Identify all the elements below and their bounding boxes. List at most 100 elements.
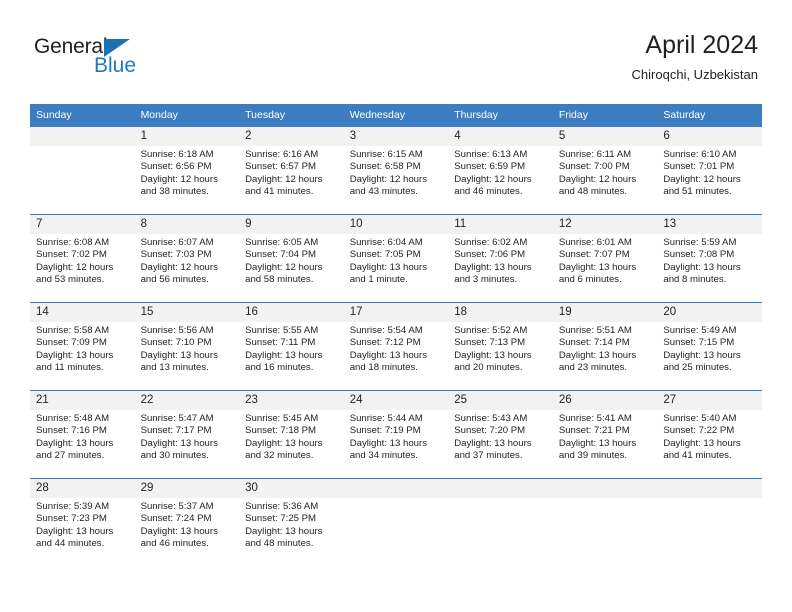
day-cell [343,478,449,565]
day-cell[interactable]: 21 Sunrise: 5:48 AM Sunset: 7:16 PM Dayl… [30,390,135,479]
daylight-text-line2: and 37 minutes. [454,449,523,461]
day-cell[interactable]: 14 Sunrise: 5:58 AM Sunset: 7:09 PM Dayl… [30,302,135,391]
daylight-text-line1: Daylight: 13 hours [558,349,637,361]
sunrise-text: Sunrise: 5:51 AM [558,325,632,336]
sunrise-text: Sunrise: 6:18 AM [140,149,214,160]
day-cell[interactable]: 5 Sunrise: 6:11 AM Sunset: 7:00 PM Dayli… [552,126,658,215]
sunrise-text: Sunrise: 6:16 AM [245,149,319,160]
day-cell[interactable]: 24 Sunrise: 5:44 AM Sunset: 7:19 PM Dayl… [343,390,449,479]
day-details: Sunrise: 6:02 AM Sunset: 7:06 PM Dayligh… [448,234,553,286]
daylight-text-line2: and 56 minutes. [140,273,209,285]
day-number: 12 [552,215,658,234]
day-cell[interactable]: 11 Sunrise: 6:02 AM Sunset: 7:06 PM Dayl… [448,214,553,303]
day-cell[interactable]: 13 Sunrise: 5:59 AM Sunset: 7:08 PM Dayl… [657,214,762,303]
day-cell[interactable]: 30 Sunrise: 5:36 AM Sunset: 7:25 PM Dayl… [239,478,344,565]
day-details: Sunrise: 6:18 AM Sunset: 6:56 PM Dayligh… [135,146,240,198]
day-cell[interactable]: 26 Sunrise: 5:41 AM Sunset: 7:21 PM Dayl… [552,390,658,479]
daylight-text-line1: Daylight: 13 hours [558,261,637,273]
daylight-text-line2: and 6 minutes. [558,273,622,285]
daylight-text-line2: and 27 minutes. [36,449,105,461]
day-details [30,146,135,149]
sunset-text: Sunset: 7:05 PM [349,249,421,261]
day-cell[interactable]: 23 Sunrise: 5:45 AM Sunset: 7:18 PM Dayl… [239,390,344,479]
daylight-text-line2: and 38 minutes. [140,185,209,197]
sunrise-text: Sunrise: 5:56 AM [140,325,214,336]
day-details: Sunrise: 5:49 AM Sunset: 7:15 PM Dayligh… [657,322,762,374]
day-cell [657,478,762,565]
sunset-text: Sunset: 7:16 PM [36,425,107,437]
sunset-text: Sunset: 7:03 PM [140,249,212,261]
day-number: 18 [448,303,553,322]
day-number: 4 [448,127,553,146]
daylight-text-line2: and 51 minutes. [663,185,732,197]
day-cell[interactable]: 10 Sunrise: 6:04 AM Sunset: 7:05 PM Dayl… [343,214,449,303]
day-number: 14 [30,303,135,322]
day-cell[interactable]: 27 Sunrise: 5:40 AM Sunset: 7:22 PM Dayl… [657,390,762,479]
sunset-text: Sunset: 6:56 PM [140,161,212,173]
day-cell[interactable]: 3 Sunrise: 6:15 AM Sunset: 6:58 PM Dayli… [343,126,449,215]
daylight-text-line1: Daylight: 13 hours [36,525,114,537]
day-number: 25 [448,391,553,410]
day-number: 9 [239,215,344,234]
day-cell[interactable]: 2 Sunrise: 6:16 AM Sunset: 6:57 PM Dayli… [239,126,344,215]
weekday-header-friday: Friday [552,104,658,127]
weekday-header-wednesday: Wednesday [343,104,449,127]
day-cell[interactable]: 8 Sunrise: 6:07 AM Sunset: 7:03 PM Dayli… [134,214,240,303]
day-number: 19 [552,303,658,322]
sunrise-text: Sunrise: 6:11 AM [558,149,632,160]
day-details: Sunrise: 6:01 AM Sunset: 7:07 PM Dayligh… [553,234,658,286]
daylight-text-line2: and 30 minutes. [140,449,209,461]
daylight-text-line1: Daylight: 13 hours [349,349,428,361]
sunrise-text: Sunrise: 5:40 AM [663,413,737,424]
sunrise-text: Sunrise: 5:36 AM [245,501,319,512]
day-number: 26 [552,391,658,410]
day-cell[interactable]: 22 Sunrise: 5:47 AM Sunset: 7:17 PM Dayl… [134,390,240,479]
day-cell[interactable]: 7 Sunrise: 6:08 AM Sunset: 7:02 PM Dayli… [30,214,135,303]
day-cell[interactable]: 29 Sunrise: 5:37 AM Sunset: 7:24 PM Dayl… [134,478,240,565]
day-number: 6 [657,127,762,146]
daylight-text-line1: Daylight: 13 hours [663,261,741,273]
daylight-text-line1: Daylight: 12 hours [349,173,428,185]
day-details: Sunrise: 5:59 AM Sunset: 7:08 PM Dayligh… [657,234,762,286]
day-cell[interactable]: 4 Sunrise: 6:13 AM Sunset: 6:59 PM Dayli… [448,126,553,215]
sunset-text: Sunset: 7:09 PM [36,337,107,349]
sunset-text: Sunset: 7:25 PM [245,513,317,525]
daylight-text-line2: and 25 minutes. [663,361,732,373]
daylight-text-line1: Daylight: 13 hours [558,437,637,449]
day-cell[interactable]: 6 Sunrise: 6:10 AM Sunset: 7:01 PM Dayli… [657,126,762,215]
day-cell[interactable]: 15 Sunrise: 5:56 AM Sunset: 7:10 PM Dayl… [134,302,240,391]
sunrise-text: Sunrise: 6:01 AM [558,237,632,248]
day-details: Sunrise: 5:39 AM Sunset: 7:23 PM Dayligh… [30,498,135,550]
sunrise-text: Sunrise: 5:59 AM [663,237,737,248]
sunset-text: Sunset: 7:12 PM [349,337,421,349]
daylight-text-line1: Daylight: 12 hours [558,173,637,185]
sunset-text: Sunset: 7:08 PM [663,249,735,261]
day-cell[interactable]: 28 Sunrise: 5:39 AM Sunset: 7:23 PM Dayl… [30,478,135,565]
sunrise-text: Sunrise: 5:37 AM [140,501,214,512]
sunset-text: Sunset: 7:00 PM [558,161,630,173]
day-details: Sunrise: 5:54 AM Sunset: 7:12 PM Dayligh… [344,322,449,374]
calendar-page: General Blue April 2024 Chiroqchi, Uzbek… [0,0,792,612]
day-number: 30 [239,479,344,498]
daylight-text-line2: and 43 minutes. [349,185,418,197]
day-cell[interactable]: 9 Sunrise: 6:05 AM Sunset: 7:04 PM Dayli… [239,214,344,303]
sunrise-text: Sunrise: 6:05 AM [245,237,319,248]
day-number: 5 [552,127,658,146]
day-cell[interactable]: 12 Sunrise: 6:01 AM Sunset: 7:07 PM Dayl… [552,214,658,303]
day-cell[interactable]: 1 Sunrise: 6:18 AM Sunset: 6:56 PM Dayli… [134,126,240,215]
weekday-header-saturday: Saturday [657,104,762,127]
week-row: 21 Sunrise: 5:48 AM Sunset: 7:16 PM Dayl… [30,390,762,479]
sunset-text: Sunset: 7:11 PM [245,337,316,349]
day-cell[interactable]: 18 Sunrise: 5:52 AM Sunset: 7:13 PM Dayl… [448,302,553,391]
general-blue-logo: General Blue [34,36,194,84]
day-cell[interactable]: 19 Sunrise: 5:51 AM Sunset: 7:14 PM Dayl… [552,302,658,391]
day-cell[interactable]: 17 Sunrise: 5:54 AM Sunset: 7:12 PM Dayl… [343,302,449,391]
day-cell[interactable]: 16 Sunrise: 5:55 AM Sunset: 7:11 PM Dayl… [239,302,344,391]
day-number: 22 [134,391,240,410]
weekday-header-thursday: Thursday [448,104,553,127]
day-cell[interactable]: 20 Sunrise: 5:49 AM Sunset: 7:15 PM Dayl… [657,302,762,391]
day-cell[interactable]: 25 Sunrise: 5:43 AM Sunset: 7:20 PM Dayl… [448,390,553,479]
day-details: Sunrise: 6:04 AM Sunset: 7:05 PM Dayligh… [344,234,449,286]
day-number [30,127,135,146]
day-details: Sunrise: 6:07 AM Sunset: 7:03 PM Dayligh… [135,234,240,286]
